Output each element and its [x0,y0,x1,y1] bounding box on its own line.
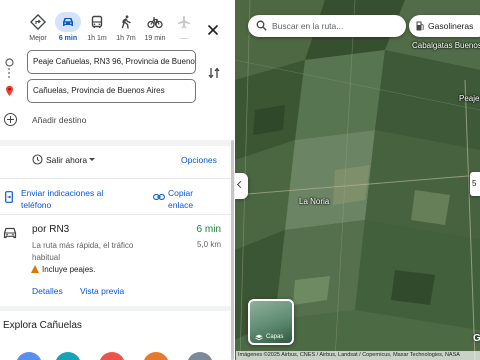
route-name: por RN3 [32,224,70,235]
phone-send-icon [5,191,13,203]
map-label-la-noria[interactable]: La Noria [299,197,329,206]
panel-scrollbar[interactable] [231,140,234,360]
share-row: Enviar indicaciones al teléfono Copiar e… [0,182,231,212]
explore-title: Explora Cañuelas [3,320,82,331]
mode-car-button[interactable]: 6 min [52,8,84,48]
walking-icon [121,15,131,29]
chevron-left-icon [236,180,245,189]
send-to-phone-label: Enviar indicaciones al teléfono [21,188,104,210]
gas-stations-chip[interactable]: Gasolineras [409,15,480,37]
divider [0,178,231,179]
mode-walk-label: 1h 7m [116,35,136,42]
mode-flight-button[interactable]: — [168,8,200,48]
close-icon [207,24,219,36]
plus-circle-icon [4,113,17,126]
mode-car-label: 6 min [58,35,78,42]
clock-icon [32,154,43,165]
explore-category-button[interactable] [99,352,125,360]
google-logo: G [473,333,480,344]
mode-bike-button[interactable]: 19 min [139,8,171,48]
swap-icon [208,67,220,79]
car-icon [63,18,73,26]
diamond-route-icon [30,14,46,30]
explore-category-button[interactable] [187,352,213,360]
mode-bike-label: 19 min [144,35,166,42]
send-to-phone-button[interactable]: Enviar indicaciones al teléfono [0,184,150,210]
origin-circle-icon [5,58,14,67]
copy-link-button[interactable]: Copiar enlace [152,184,222,210]
side-control-label: 5 [472,179,477,188]
copy-link-label: Copiar enlace [168,188,194,210]
layers-label: Capas [266,334,284,340]
close-directions-button[interactable] [204,21,222,39]
section-divider [0,306,231,311]
mode-transit-button[interactable]: 1h 1m [81,8,113,48]
link-icon [153,194,165,200]
map-side-control[interactable]: 5 [470,172,480,196]
leave-now-dropdown[interactable]: Salir ahora [28,150,96,170]
travel-mode-bar: Mejor 6 min 1h 1m 1h 7m 19 min — [0,8,235,48]
route-description: La ruta más rápida, el tráfico habitual [32,241,134,262]
origin-input[interactable]: Peaje Cañuelas, RN3 96, Provincia de Bue… [27,50,196,74]
details-button[interactable]: Detalles [28,282,67,300]
add-destination-button[interactable]: Añadir destino [0,110,235,132]
mode-flight-label: — [180,35,188,42]
directions-panel: Mejor 6 min 1h 1m 1h 7m 19 min — Peaje C… [0,0,235,360]
search-icon [256,20,267,31]
car-icon [3,227,17,239]
bicycle-icon [147,17,163,29]
gas-stations-label: Gasolineras [428,21,474,31]
explore-category-button[interactable] [16,352,42,360]
section-divider [0,140,231,146]
add-destination-label: Añadir destino [32,115,87,125]
map-label-peaje[interactable]: Peaje [459,94,479,103]
route-time: 6 min [196,224,221,235]
swap-stops-button[interactable] [207,66,221,80]
map-attribution: Imágenes ©2025 Airbus, CNES / Airbus, La… [236,351,480,360]
options-button[interactable]: Opciones [181,155,217,165]
explore-category-button[interactable] [143,352,169,360]
toll-warning-text: Incluye peajes. [42,265,96,274]
map-label-cabalgatas[interactable]: Cabalgatas Buenos [412,41,480,50]
mode-transit-label: 1h 1m [87,35,107,42]
chevron-down-icon [89,158,96,161]
mode-best-label: Mejor [29,35,47,42]
map-search-input[interactable] [272,17,398,35]
layers-icon [255,334,263,341]
toll-warning: Incluye peajes. [31,265,95,274]
mode-walk-button[interactable]: 1h 7m [110,8,142,48]
explore-category-button[interactable] [55,352,81,360]
mode-best-button[interactable]: Mejor [22,8,54,48]
route-distance: 5,0 km [196,240,221,249]
layers-button[interactable]: Capas [248,299,294,345]
bus-icon [91,15,103,28]
destination-pin-icon [6,85,13,96]
destination-input[interactable]: Cañuelas, Provincia de Buenos Aires [27,79,196,103]
collapse-panel-button[interactable] [235,173,248,199]
divider [0,214,231,215]
origin-row: Peaje Cañuelas, RN3 96, Provincia de Bue… [0,50,235,76]
airplane-icon [178,15,190,29]
map-search-box[interactable] [248,15,406,37]
preview-button[interactable]: Vista previa [76,282,128,300]
destination-row: Cañuelas, Provincia de Buenos Aires [0,79,235,105]
leave-now-label: Salir ahora [46,155,88,165]
warning-icon [31,265,39,273]
gas-station-icon [416,21,424,31]
route-card[interactable]: por RN3 6 min La ruta más rápida, el trá… [0,220,231,304]
